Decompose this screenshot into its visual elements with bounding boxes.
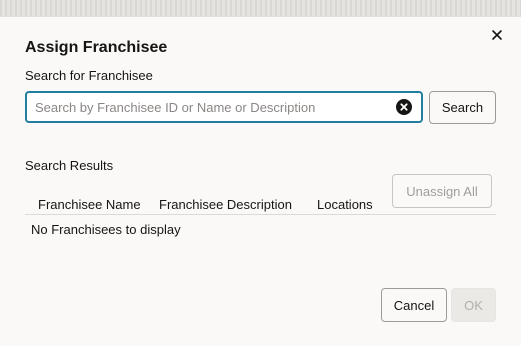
empty-results-message: No Franchisees to display xyxy=(31,222,181,237)
search-results-label: Search Results xyxy=(25,158,114,173)
unassign-all-button[interactable]: Unassign All xyxy=(392,174,492,208)
clear-circle-x-icon xyxy=(396,99,412,115)
close-icon xyxy=(492,30,502,40)
dialog-title: Assign Franchisee xyxy=(25,39,168,56)
ok-button[interactable]: OK xyxy=(451,288,496,322)
column-header-franchisee-name[interactable]: Franchisee Name xyxy=(38,197,141,213)
cancel-button[interactable]: Cancel xyxy=(381,288,447,322)
search-input[interactable] xyxy=(35,98,390,116)
search-field xyxy=(25,91,423,123)
table-header-divider xyxy=(25,214,496,215)
close-button[interactable] xyxy=(488,26,506,44)
page-backdrop xyxy=(0,0,521,16)
clear-search-button[interactable] xyxy=(396,99,412,115)
search-button[interactable]: Search xyxy=(429,91,496,124)
search-label: Search for Franchisee xyxy=(25,68,153,83)
column-header-locations[interactable]: Locations xyxy=(317,197,373,213)
assign-franchisee-dialog: Assign Franchisee Search for Franchisee … xyxy=(0,16,521,346)
column-header-franchisee-description[interactable]: Franchisee Description xyxy=(159,197,292,213)
